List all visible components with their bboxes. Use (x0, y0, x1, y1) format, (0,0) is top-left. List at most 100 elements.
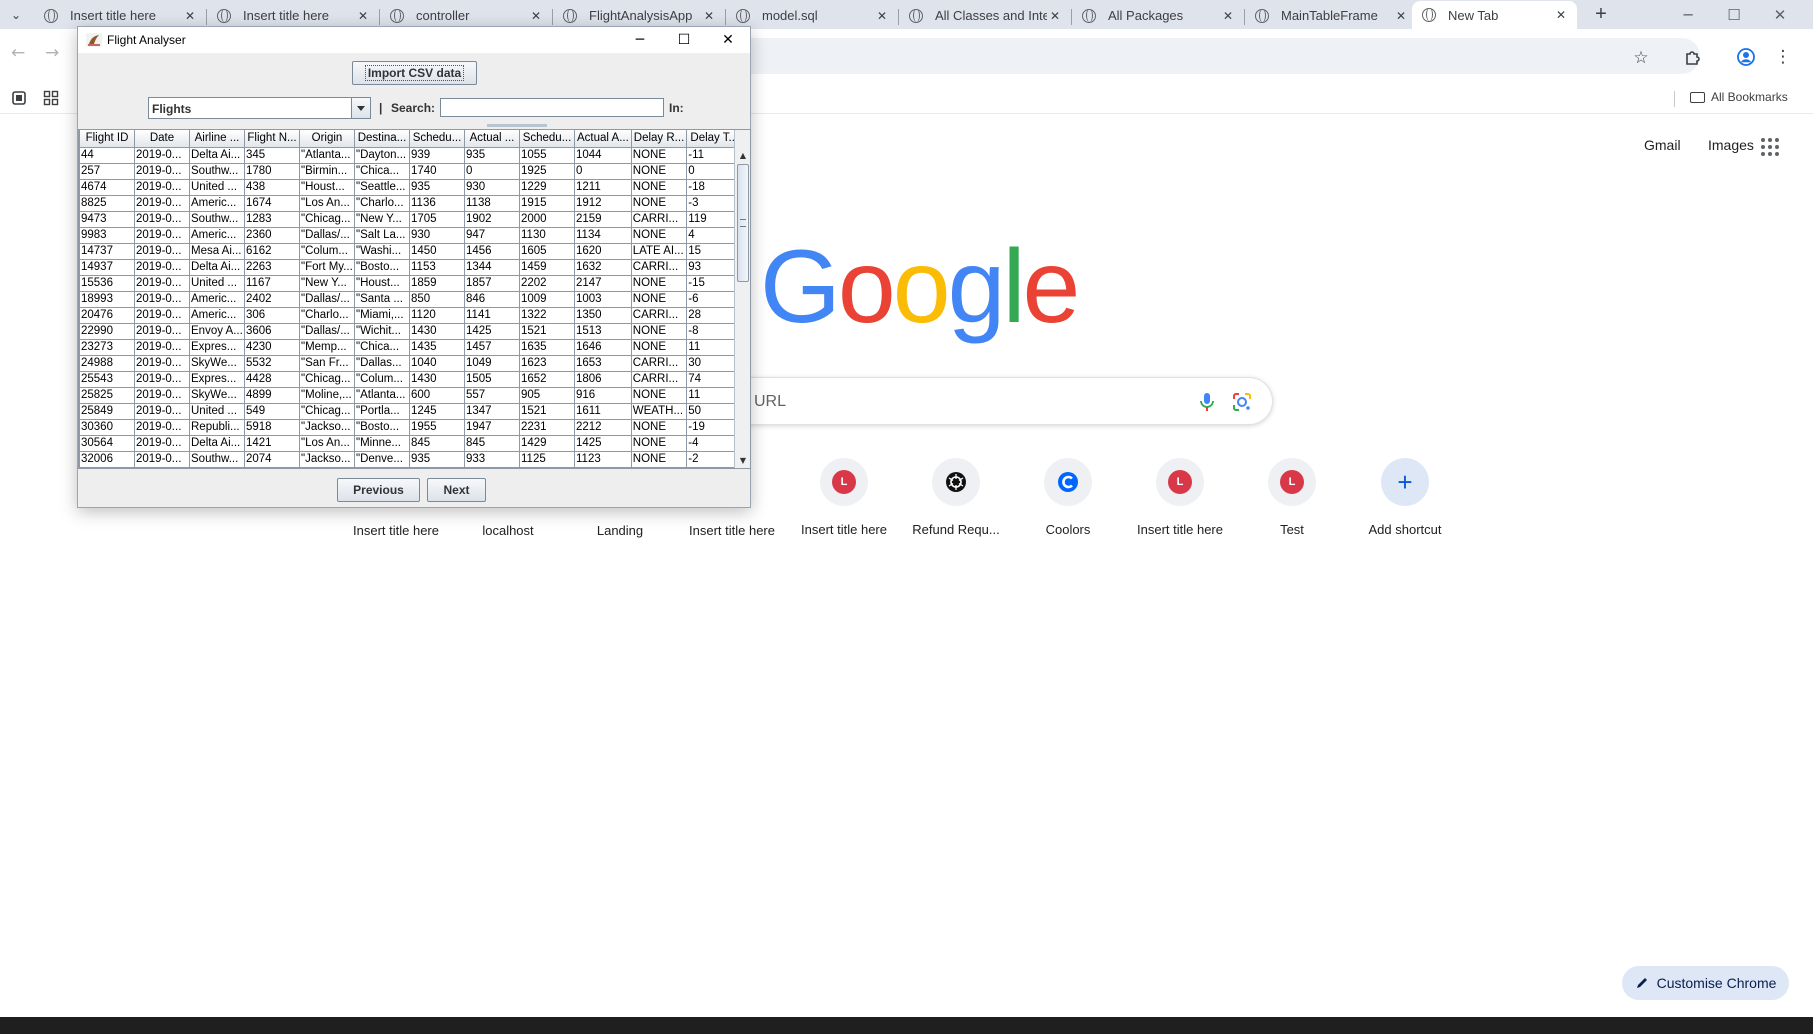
table-cell[interactable]: 1806 (574, 370, 632, 388)
table-cell[interactable]: 846 (464, 290, 520, 308)
table-cell[interactable]: "Dallas/... (299, 322, 355, 340)
chrome-menu-icon[interactable]: ⋮ (1772, 46, 1794, 68)
table-cell[interactable]: "Houst... (354, 274, 410, 292)
bookmark-star-icon[interactable]: ☆ (1630, 47, 1652, 69)
column-header[interactable]: Schedu... (409, 130, 465, 148)
table-cell[interactable]: Expres... (189, 338, 245, 356)
forward-icon[interactable]: → (45, 43, 59, 63)
table-cell[interactable]: United ... (189, 274, 245, 292)
table-cell[interactable]: NONE (630, 226, 688, 244)
table-cell[interactable]: 1200 (409, 466, 465, 468)
table-cell[interactable]: 1141 (464, 306, 520, 324)
browser-tab[interactable]: New Tab ✕ (1412, 1, 1577, 29)
table-cell[interactable]: 1347 (464, 402, 520, 420)
table-row[interactable]: 25543 2019-0... Expres... 4428 "Chicag... "Co… (79, 370, 743, 388)
column-header[interactable]: Flight ID (79, 130, 135, 148)
table-cell[interactable]: "New Y... (354, 210, 410, 228)
table-cell[interactable]: 935 (409, 450, 465, 468)
table-cell[interactable]: 0 (464, 162, 520, 180)
table-cell[interactable]: 1623 (519, 354, 575, 372)
table-cell[interactable]: NONE (630, 418, 688, 436)
table-cell[interactable]: 1652 (519, 370, 575, 388)
table-cell[interactable]: 1456 (464, 242, 520, 260)
table-cell[interactable]: 1040 (409, 354, 465, 372)
table-cell[interactable]: "Salt La... (354, 226, 410, 244)
tab-close-icon[interactable]: ✕ (874, 8, 890, 24)
table-cell[interactable]: 25825 (79, 386, 135, 404)
next-button[interactable]: Next (427, 478, 486, 502)
close-window-icon[interactable]: ✕ (1757, 0, 1803, 29)
table-row[interactable]: 14737 2019-0... Mesa Ai... 6162 "Colum... "Wa… (79, 242, 743, 260)
table-cell[interactable]: 1003 (574, 290, 632, 308)
table-cell[interactable]: 1857 (464, 274, 520, 292)
table-cell[interactable]: Americ... (189, 306, 245, 324)
table-cell[interactable]: 2019-0... (134, 194, 190, 212)
flights-table-scrollpane[interactable]: Flight ID Date Airline ... Flight N... Origi… (78, 129, 751, 469)
table-cell[interactable]: 257 (79, 162, 135, 180)
table-cell[interactable]: 0 (574, 162, 632, 180)
table-cell[interactable]: NONE (630, 322, 688, 340)
table-cell[interactable]: Delta Ai... (189, 258, 245, 276)
table-row[interactable]: 22990 2019-0... Envoy A... 3606 "Dallas/... "… (79, 322, 743, 340)
tab-close-icon[interactable]: ✕ (1047, 8, 1063, 24)
table-cell[interactable]: 1322 (519, 306, 575, 324)
table-cell[interactable]: 1859 (409, 274, 465, 292)
customise-chrome-button[interactable]: Customise Chrome (1622, 966, 1789, 1000)
table-cell[interactable]: 1780 (244, 162, 300, 180)
table-cell[interactable]: 306 (244, 306, 300, 324)
search-column-combo[interactable] (487, 124, 547, 127)
table-cell[interactable]: 1646 (574, 338, 632, 356)
table-cell[interactable]: 1229 (519, 178, 575, 196)
table-cell[interactable]: 2019-0... (134, 402, 190, 420)
table-cell[interactable]: 5918 (244, 418, 300, 436)
address-bar[interactable] (700, 38, 1700, 74)
microphone-icon[interactable] (1197, 391, 1217, 413)
table-cell[interactable]: 4428 (244, 370, 300, 388)
table-cell[interactable]: "Denve... (354, 450, 410, 468)
table-cell[interactable]: NONE (630, 178, 688, 196)
table-cell[interactable]: 845 (464, 434, 520, 452)
table-cell[interactable]: NONE (630, 338, 688, 356)
table-cell[interactable]: NONE (630, 434, 688, 452)
table-cell[interactable]: 2074 (244, 450, 300, 468)
table-cell[interactable]: 1705 (409, 210, 465, 228)
images-link[interactable]: Images (1708, 137, 1754, 153)
table-row[interactable]: 322902019-0...Americ...1210"Phoeni..."Da… (79, 466, 743, 468)
table-cell[interactable]: 2019-0... (134, 370, 190, 388)
tab-close-icon[interactable]: ✕ (1553, 7, 1569, 23)
column-header[interactable]: Flight N... (244, 130, 300, 148)
table-cell[interactable]: 2019-0... (134, 226, 190, 244)
table-cell[interactable]: 1009 (519, 290, 575, 308)
table-row[interactable]: 25825 2019-0... SkyWe... 4899 "Moline,... "At… (79, 386, 743, 404)
shortcut-tile[interactable]: L Insert title here (1124, 458, 1236, 538)
table-cell[interactable]: "Dallas/... (354, 466, 410, 468)
table-cell[interactable]: "Miami,... (354, 306, 410, 324)
table-cell[interactable]: "Chica... (354, 338, 410, 356)
table-cell[interactable]: 845 (409, 434, 465, 452)
table-cell[interactable]: 1344 (464, 258, 520, 276)
table-cell[interactable]: "Bosto... (354, 258, 410, 276)
table-cell[interactable]: 2019-0... (134, 274, 190, 292)
table-row[interactable]: 9473 2019-0... Southw... 1283 "Chicag... "New… (79, 210, 743, 228)
minimize-icon[interactable]: ─ (1665, 0, 1711, 29)
shortcut-label[interactable]: localhost (452, 523, 564, 538)
table-cell[interactable]: 30360 (79, 418, 135, 436)
column-header[interactable]: Origin (299, 130, 355, 148)
table-cell[interactable]: 930 (464, 178, 520, 196)
table-cell[interactable]: "Los An... (299, 194, 355, 212)
table-cell[interactable]: NONE (630, 194, 688, 212)
table-cell[interactable]: NONE (630, 274, 688, 292)
tab-close-icon[interactable]: ✕ (355, 8, 371, 24)
column-header[interactable]: Delay R... (630, 130, 688, 148)
table-cell[interactable]: "Dallas/... (299, 226, 355, 244)
column-header[interactable]: Date (134, 130, 190, 148)
table-cell[interactable]: 4674 (79, 178, 135, 196)
table-row[interactable]: 8825 2019-0... Americ... 1674 "Los An... "Cha… (79, 194, 743, 212)
column-header[interactable]: Airline ... (189, 130, 245, 148)
table-cell[interactable]: 32006 (79, 450, 135, 468)
table-cell[interactable]: "Phoeni... (299, 466, 355, 468)
table-cell[interactable]: "Portla... (354, 402, 410, 420)
table-cell[interactable]: Southw... (189, 162, 245, 180)
bookmark-app-icon[interactable] (11, 90, 27, 106)
table-cell[interactable]: "Colum... (354, 370, 410, 388)
